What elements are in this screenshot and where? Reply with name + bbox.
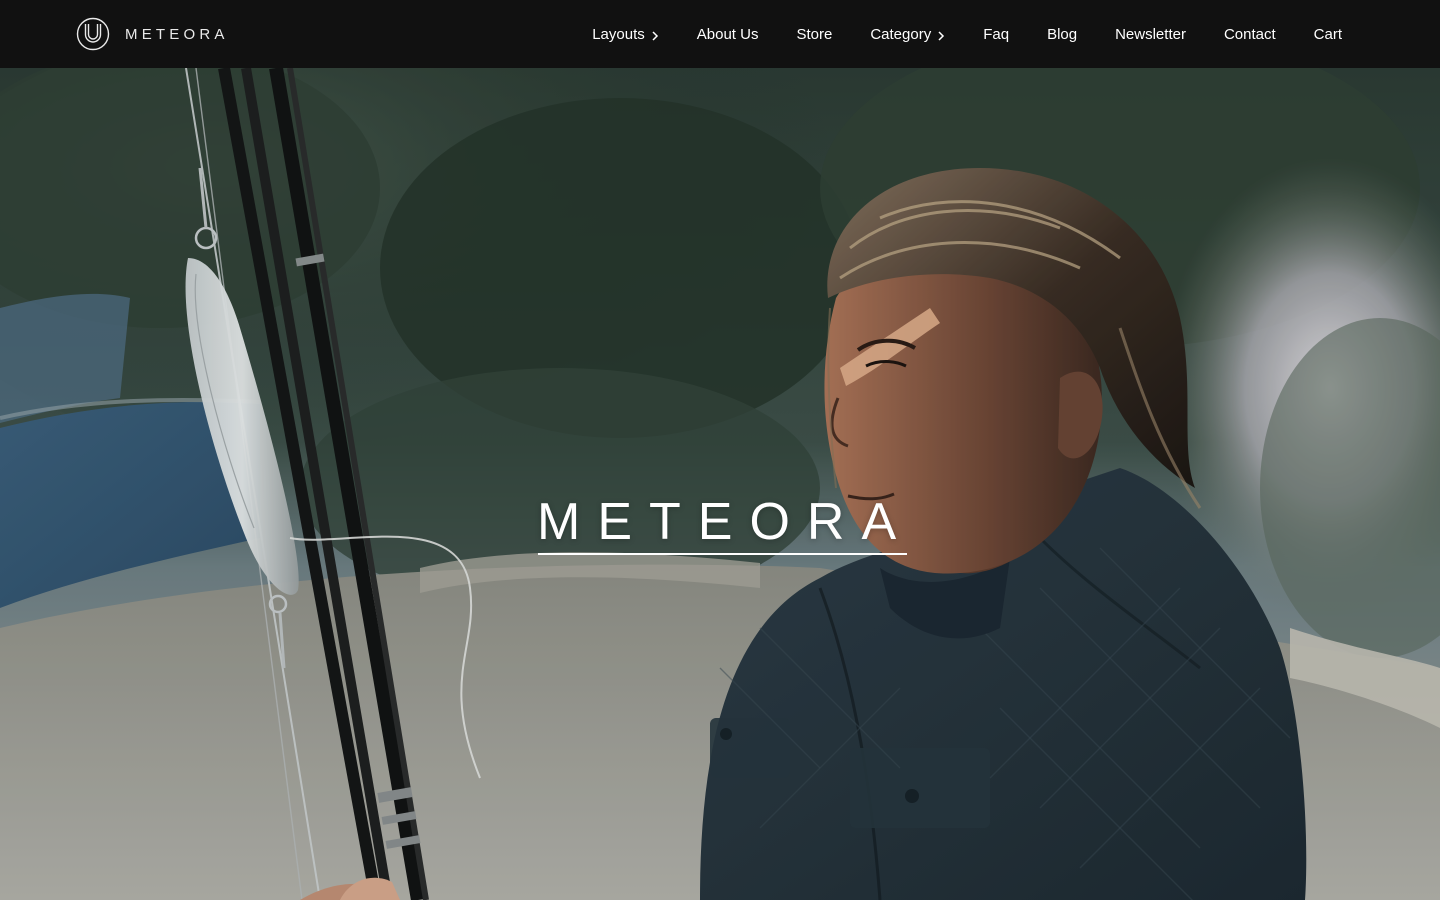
nav-item-newsletter[interactable]: Newsletter [1115,26,1186,43]
nav-item-category[interactable]: Category [870,26,945,43]
page: METEORA Layouts About Us Store Category [0,0,1440,900]
hero-title-block: METEORA [537,493,914,555]
nav-item-about-us[interactable]: About Us [697,26,759,43]
main-nav: Layouts About Us Store Category Faq Blog… [592,0,1342,68]
site-header: METEORA Layouts About Us Store Category [0,0,1440,68]
chevron-right-icon [938,30,945,41]
meteora-logo-icon [76,17,110,51]
hero-title: METEORA [537,493,914,551]
nav-item-label: Faq [983,25,1010,43]
hero-section: METEORA [0,68,1440,900]
nav-item-label: Store [796,25,833,43]
nav-item-label: Category [870,25,932,43]
nav-item-store[interactable]: Store [796,26,832,43]
nav-item-label: Cart [1313,25,1342,43]
nav-item-cart[interactable]: Cart [1314,26,1342,43]
brand-name: METEORA [125,25,229,43]
brand-link[interactable]: METEORA [76,17,229,51]
nav-item-faq[interactable]: Faq [983,26,1009,43]
nav-item-label: About Us [696,25,759,43]
nav-item-label: Layouts [592,25,645,43]
hero-title-underline [538,553,907,555]
nav-item-label: Contact [1223,25,1276,43]
nav-item-label: Newsletter [1115,25,1186,43]
nav-item-layouts[interactable]: Layouts [592,26,659,43]
nav-item-contact[interactable]: Contact [1224,26,1276,43]
hero-photo [0,68,1440,900]
chevron-right-icon [652,30,658,41]
nav-item-blog[interactable]: Blog [1047,26,1077,43]
nav-item-label: Blog [1047,25,1078,43]
